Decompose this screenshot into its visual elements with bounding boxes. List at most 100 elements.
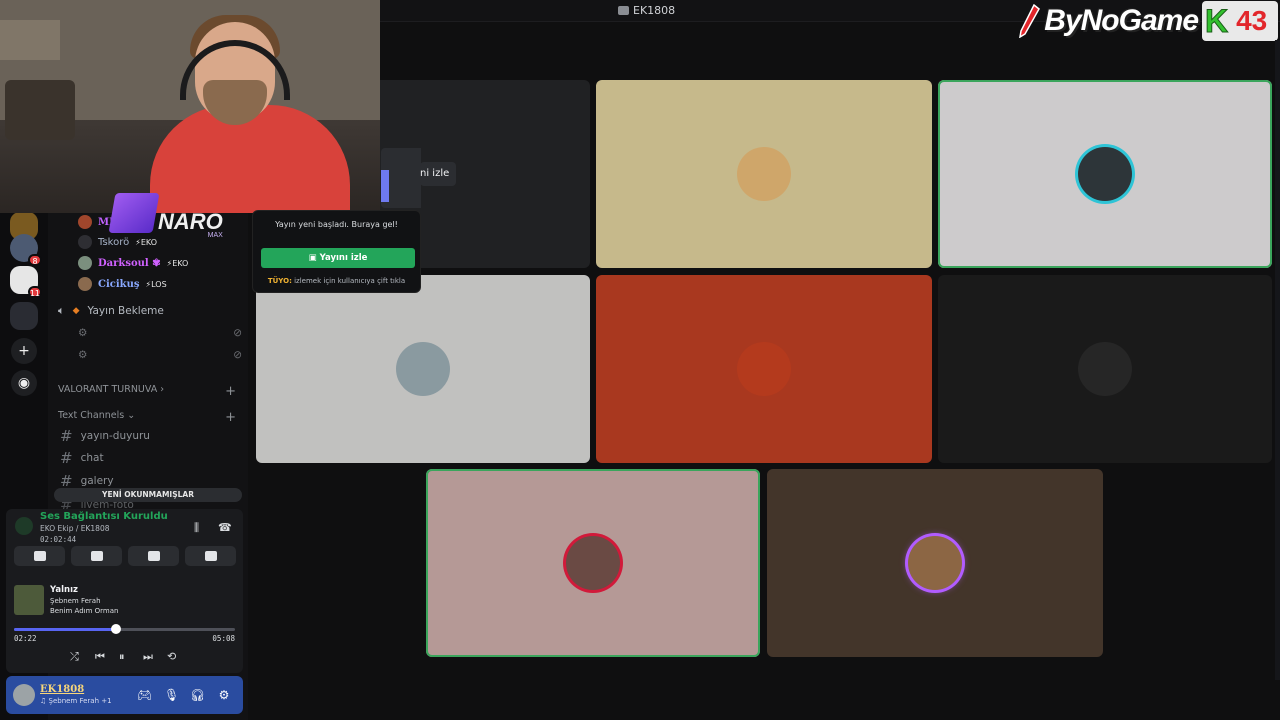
k-letter: K [1204,2,1229,39]
participant-avatar [1078,147,1132,201]
unread-banner[interactable]: YENİ OKUNMAMIŞLAR [54,488,242,502]
k-badge: K 43 [1202,1,1278,41]
tile-planet[interactable] [596,275,932,463]
track-progress-bar[interactable] [14,624,235,634]
unread-badge: 11 [27,286,42,298]
next-icon[interactable]: ⏭︎ [143,650,153,664]
naro-logo-icon [108,193,160,233]
category-label: VALORANT TURNUVA › [58,384,165,395]
pause-icon[interactable]: ⏸︎ [119,650,125,664]
category-text-channels[interactable]: Text Channels ⌄ + [58,410,236,425]
repeat-icon[interactable]: ⟲ [167,650,176,663]
tile-cat[interactable] [596,80,932,268]
unread-badge: 8 [28,254,42,266]
connected-channel[interactable]: EKO Ekip / EK1808 [40,524,110,533]
progress-knob[interactable] [110,624,121,634]
voice-connection-panel: Ses Bağlantısı Kuruldu EKO Ekip / EK1808… [6,509,243,673]
voice-channel-yayin-bekleme[interactable]: 🔈︎ ◆ Yayın Bekleme [58,301,242,321]
channel-name: chat [80,452,104,464]
watch-stream-label: Yayını izle [319,253,368,263]
soundboard-button[interactable] [185,546,236,566]
hash-icon: # [60,449,73,467]
watch-stream-button[interactable]: ▣ Yayını izle [261,248,415,268]
voice-member-placeholder[interactable]: ⚙︎ ⊘ [78,345,242,365]
headphones-icon[interactable]: 🎧︎ [190,688,205,702]
member-name: Cicikuş [98,278,140,290]
activities-icon [147,551,160,561]
tile-user-beach[interactable] [256,275,590,463]
connection-status[interactable]: Ses Bağlantısı Kuruldu [40,511,168,522]
activities-button[interactable] [128,546,179,566]
voice-member[interactable]: Darksoul ✾ ⚡EKO [78,254,188,272]
brand-logo: ByNoGame K 43 [1018,0,1280,42]
user-status: ♫ Şebnem Ferah +1 [40,697,112,705]
shuffle-icon[interactable]: ⤮ [70,650,79,664]
brand-name: ByNoGame [1044,4,1199,37]
participant-avatar [908,536,962,590]
explore-icon[interactable]: ◉ [11,370,37,396]
stream-off-icon: ⊘ [233,327,242,339]
avatar [78,215,92,229]
tip-text: izlemek için kullanıcıya çift tıkla [294,277,406,285]
participant-avatar [566,536,620,590]
server-icon-3[interactable]: 11 [10,266,42,298]
watch-stream-chip[interactable]: ni izle [420,162,456,186]
voice-member[interactable]: Cicikuş ⚡LOS [78,275,167,293]
camera-off-icon [33,551,46,561]
stream-off-icon: ⊘ [233,349,242,361]
speaker-icon: 🔈︎ [58,304,65,317]
track-album: Benim Adım Orman [50,607,119,615]
tip-label: TÜYO: [267,277,292,285]
voice-member-placeholder[interactable]: ⚙︎ ⊘ [78,323,242,343]
stream-preview[interactable] [381,148,421,208]
add-channel-icon[interactable]: + [225,384,236,399]
camera-off-button[interactable] [14,546,65,566]
member-name: Tskorö [98,236,130,248]
channel-chat[interactable]: # chat [60,449,104,467]
tile-brown[interactable] [767,469,1103,657]
user-panel: EK1808 ♫ Şebnem Ferah +1 🎮︎ 🎙︎ 🎧︎ ⚙︎ [6,676,243,714]
server-icon-2[interactable]: 8 [10,234,42,266]
window-title-text: EK1808 [633,4,676,17]
album-cover [14,585,44,615]
server-folder[interactable] [10,302,38,330]
member-tag: ⚡LOS [145,279,167,289]
headset-icon: ⚙︎ [78,327,88,339]
popup-tip: TÜYO: izlemek için kullanıcıya çift tıkl… [253,277,420,285]
voice-member[interactable]: Tskorö ⚡EKO [78,233,157,251]
track-duration: 05:08 [212,634,235,643]
tile-user-teal[interactable] [938,80,1272,268]
streamer-webcam [0,0,380,213]
add-server-icon[interactable]: + [11,338,37,364]
screen-share-icon [90,551,103,561]
channel-name: galery [80,475,114,487]
category-valorant[interactable]: VALORANT TURNUVA › + [58,384,236,399]
discord-window: EK1808 ByNoGame K 43 ni izle 8 11 + ◉ Ts… [0,0,1280,720]
channel-yayin-duyuru[interactable]: # yayın-duyuru [60,427,150,445]
participant-avatar [1078,342,1132,396]
avatar [78,277,92,291]
grid-scrollbar[interactable] [1275,40,1280,680]
previous-icon[interactable]: ⏮︎ [95,650,105,664]
screen-share-button[interactable] [71,546,122,566]
add-channel-icon[interactable]: + [225,410,236,425]
pen-icon [1018,3,1041,39]
tile-woman[interactable] [426,469,760,657]
disconnect-icon[interactable]: ☎︎ [218,521,232,534]
avatar [78,256,92,270]
headset-icon: ⚙︎ [78,349,88,361]
noise-suppression-icon[interactable]: ⫼ [194,521,199,535]
tile-dark[interactable] [938,275,1272,463]
user-name[interactable]: EK1808 [40,684,84,695]
badge-number: 43 [1236,5,1268,36]
controller-icon[interactable]: 🎮︎ [137,688,152,702]
participant-avatar [737,342,791,396]
window-title: EK1808 [618,4,675,17]
current-time: 02:22 [14,634,37,643]
microphone-icon[interactable]: 🎙︎ [164,688,179,702]
settings-icon[interactable]: ⚙︎ [217,688,231,702]
user-avatar[interactable] [13,684,35,706]
signal-icon[interactable] [15,517,33,535]
member-name: Darksoul ✾ [98,257,161,269]
channel-name: yayın-duyuru [80,430,150,442]
